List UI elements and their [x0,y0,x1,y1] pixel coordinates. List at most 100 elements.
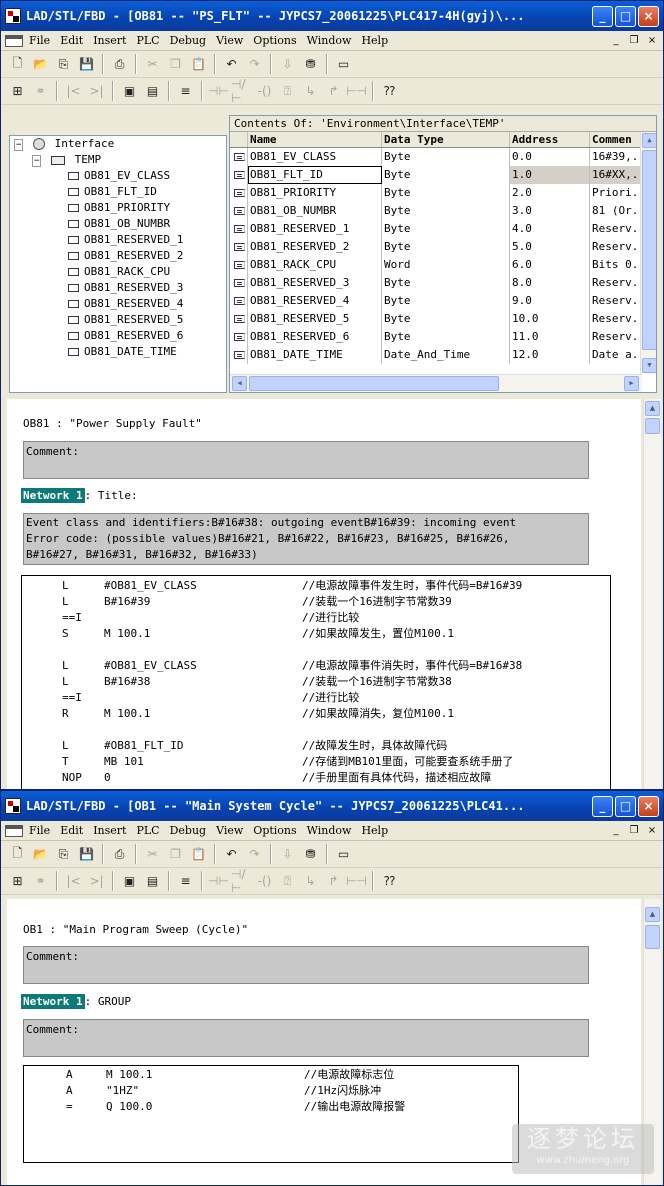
mdi-doc-icon[interactable] [5,824,23,837]
decl-name-cell[interactable]: OB81_DATE_TIME [248,346,382,364]
code-line[interactable]: A M 100.1 //电源故障标志位 [24,1067,518,1083]
decl-comment-cell[interactable]: Reserv. [590,328,642,346]
maximize-button[interactable]: □ [615,5,636,27]
scroll-up-icon[interactable]: ▲ [645,401,660,416]
tree-item[interactable]: OB81_PRIORITY [10,200,226,216]
menu-item-insert[interactable]: Insert [93,34,126,47]
save-icon[interactable]: 💾 [76,844,97,865]
nc-contact-icon[interactable]: ⊣/⊢ [231,867,252,895]
mdi-doc-icon[interactable] [5,34,23,47]
scroll-right-icon[interactable]: ▶ [624,376,639,391]
menu-item-edit[interactable]: Edit [60,34,83,47]
close-button[interactable]: × [638,5,659,27]
decl-horizontal-scrollbar[interactable]: ◀ ▶ [230,374,642,392]
copy-icon[interactable]: ❐ [165,54,186,75]
decl-type-cell[interactable]: Byte [382,148,510,166]
tree-item[interactable]: OB81_RACK_CPU [10,264,226,280]
undo-icon[interactable]: ↶ [221,54,242,75]
menu-item-debug[interactable]: Debug [170,34,207,47]
open-icon[interactable]: 📂 [30,844,51,865]
decl-name-cell[interactable]: OB81_RESERVED_4 [248,292,382,310]
scroll-down-icon[interactable]: ▼ [642,358,656,373]
decl-name-cell[interactable]: OB81_RESERVED_3 [248,274,382,292]
code-line[interactable]: L #OB81_FLT_ID //故障发生时，具体故障代码 [22,738,610,754]
h-scroll-thumb[interactable] [249,376,499,391]
program-elements-icon[interactable]: ▭ [333,54,354,75]
minimize-button[interactable]: _ [592,795,613,817]
decl-type-cell[interactable]: Byte [382,310,510,328]
tree-item[interactable]: OB81_DATE_TIME [10,344,226,360]
decl-row[interactable]: OB81_RACK_CPU Word 6.0 Bits 0. [230,256,656,274]
decl-comment-cell[interactable]: Priori. [590,184,642,202]
editor-vertical-scrollbar[interactable]: ▲ [643,399,661,789]
column-comment[interactable]: Commen [590,132,642,147]
branch-close-icon[interactable]: ↱ [323,81,344,102]
scroll-left-icon[interactable]: ◀ [232,376,247,391]
stl-code-box[interactable]: L #OB81_EV_CLASS//电源故障事件发生时，事件代码=B#16#39 L… [21,575,611,789]
code-line[interactable]: T MB 101 //存储到MB101里面，可能要查系统手册了 [22,754,610,770]
column-address[interactable]: Address [510,132,590,147]
menu-item-window[interactable]: Window [307,824,352,837]
paste-icon[interactable]: 📋 [188,54,209,75]
menu-item-help[interactable]: Help [361,824,388,837]
decl-comment-cell[interactable]: Reserv. [590,220,642,238]
decl-comment-cell[interactable]: Date a. [590,346,642,364]
stl-code-box[interactable]: A M 100.1 //电源故障标志位 A "1HZ" //1Hz闪烁脉冲 = Q 100.0… [23,1065,519,1163]
column-data-type[interactable]: Data Type [382,132,510,147]
mdi-restore-icon[interactable]: ❐ [627,35,641,47]
decl-type-cell[interactable]: Word [382,256,510,274]
monitor-icon[interactable]: ⛃ [300,844,321,865]
redo-icon[interactable]: ↷ [244,54,265,75]
scroll-thumb[interactable] [645,925,660,949]
menu-item-help[interactable]: Help [361,34,388,47]
block-comment[interactable]: Comment: [23,441,589,479]
new-icon[interactable]: 🗋 [7,54,28,75]
next-network-icon[interactable]: >| [86,81,107,102]
network-icon[interactable]: ⊞ [7,81,28,102]
block-comment[interactable]: Comment: [23,946,589,984]
mdi-close-icon[interactable]: × [645,825,659,837]
copy-icon[interactable]: ❐ [165,844,186,865]
title-bar[interactable]: LAD/STL/FBD - [OB1 -- "Main System Cycle… [1,791,663,821]
tree-node-temp[interactable]: − TEMP [10,152,226,168]
menu-item-file[interactable]: File [29,34,50,47]
tree-item[interactable]: OB81_RESERVED_3 [10,280,226,296]
decl-type-cell[interactable]: Byte [382,166,510,184]
decl-row[interactable]: OB81_OB_NUMBR Byte 3.0 81 (Or. [230,202,656,220]
menu-item-plc[interactable]: PLC [136,824,159,837]
comment-toggle-icon[interactable]: ≡ [175,871,196,892]
code-line[interactable]: = Q 100.0 //输出电源故障报警 [24,1099,518,1115]
decl-comment-cell[interactable]: Reserv. [590,292,642,310]
details-icon[interactable]: ▤ [142,871,163,892]
coil-icon[interactable]: -() [254,871,275,892]
overview-icon[interactable]: ▣ [119,871,140,892]
code-line[interactable]: ==I //进行比较 [22,610,610,626]
details-icon[interactable]: ▤ [142,81,163,102]
menu-item-insert[interactable]: Insert [93,824,126,837]
help-icon[interactable]: ⁇ [379,81,400,102]
code-line[interactable]: R M 100.1 //如果故障消失，复位M100.1 [22,706,610,722]
decl-type-cell[interactable]: Date_And_Time [382,346,510,364]
close-button[interactable]: × [638,795,659,817]
decl-row[interactable]: OB81_RESERVED_5 Byte 10.0 Reserv. [230,310,656,328]
code-line[interactable]: ==I //进行比较 [22,690,610,706]
tree-root-interface[interactable]: − Interface [10,136,226,152]
accessible-nodes-icon[interactable]: ⎘ [53,54,74,75]
prev-network-icon[interactable]: |< [63,871,84,892]
decl-row[interactable]: OB81_RESERVED_6 Byte 11.0 Reserv. [230,328,656,346]
monitor-icon[interactable]: ⛃ [300,54,321,75]
decl-row[interactable]: OB81_DATE_TIME Date_And_Time 12.0 Date a. [230,346,656,364]
decl-comment-cell[interactable]: Reserv. [590,238,642,256]
no-contact-icon[interactable]: ⊣⊢ [208,871,229,892]
print-icon[interactable]: ⎙ [109,54,130,75]
menu-item-options[interactable]: Options [253,824,296,837]
decl-comment-cell[interactable]: 81 (Or. [590,202,642,220]
scroll-thumb[interactable] [645,418,660,434]
cut-icon[interactable]: ✂ [142,844,163,865]
menu-item-view[interactable]: View [216,824,243,837]
branch-icon[interactable]: ⊢⊣ [346,81,367,102]
coil-icon[interactable]: -() [254,81,275,102]
undo-icon[interactable]: ↶ [221,844,242,865]
menu-item-debug[interactable]: Debug [170,824,207,837]
decl-row[interactable]: OB81_RESERVED_2 Byte 5.0 Reserv. [230,238,656,256]
